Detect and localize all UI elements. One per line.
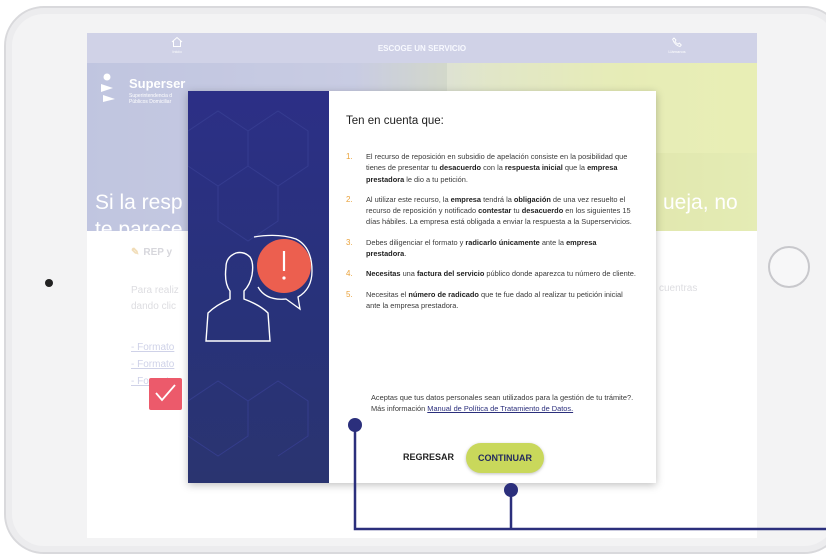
guide-dot-continue [504, 483, 518, 497]
tutorial-guide-lines [348, 418, 826, 531]
guide-dot-checkbox [348, 418, 362, 432]
